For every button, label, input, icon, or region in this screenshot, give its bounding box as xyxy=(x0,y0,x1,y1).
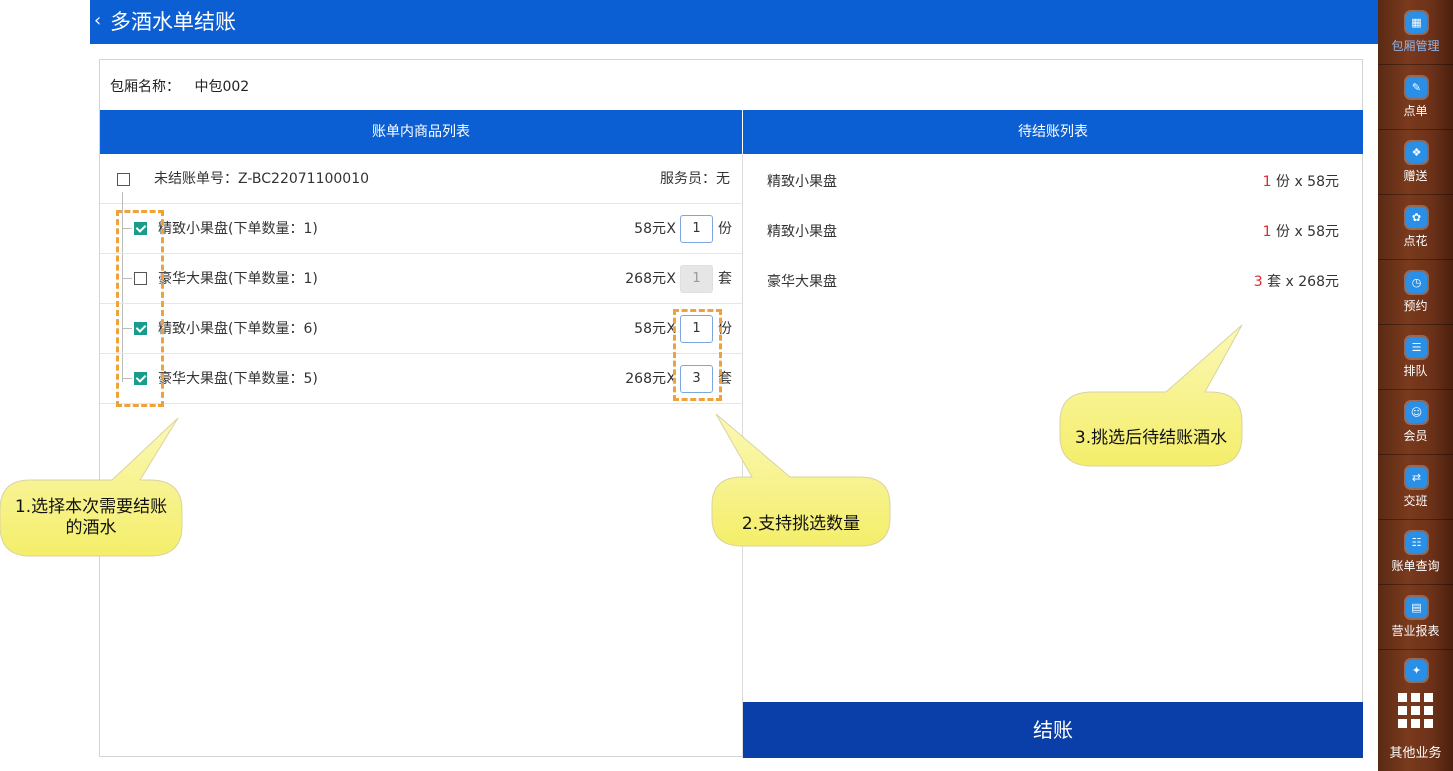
annotation-text-1-line2: 的酒水 xyxy=(65,518,117,538)
annotation-text-1: 1.选择本次需要结账 的酒水 xyxy=(0,497,182,539)
screen: ‹ 多酒水单结账 包厢名称： 中包002 账单内商品列表 待结账列表 未结账单号… xyxy=(0,0,1453,771)
annotation-callouts xyxy=(0,324,1243,557)
annotation-text-3: 3.挑选后待结账酒水 xyxy=(1074,428,1228,448)
annotation-text-1-line1: 1.选择本次需要结账 xyxy=(14,497,168,517)
annotation-text-2: 2.支持挑选数量 xyxy=(741,514,861,534)
